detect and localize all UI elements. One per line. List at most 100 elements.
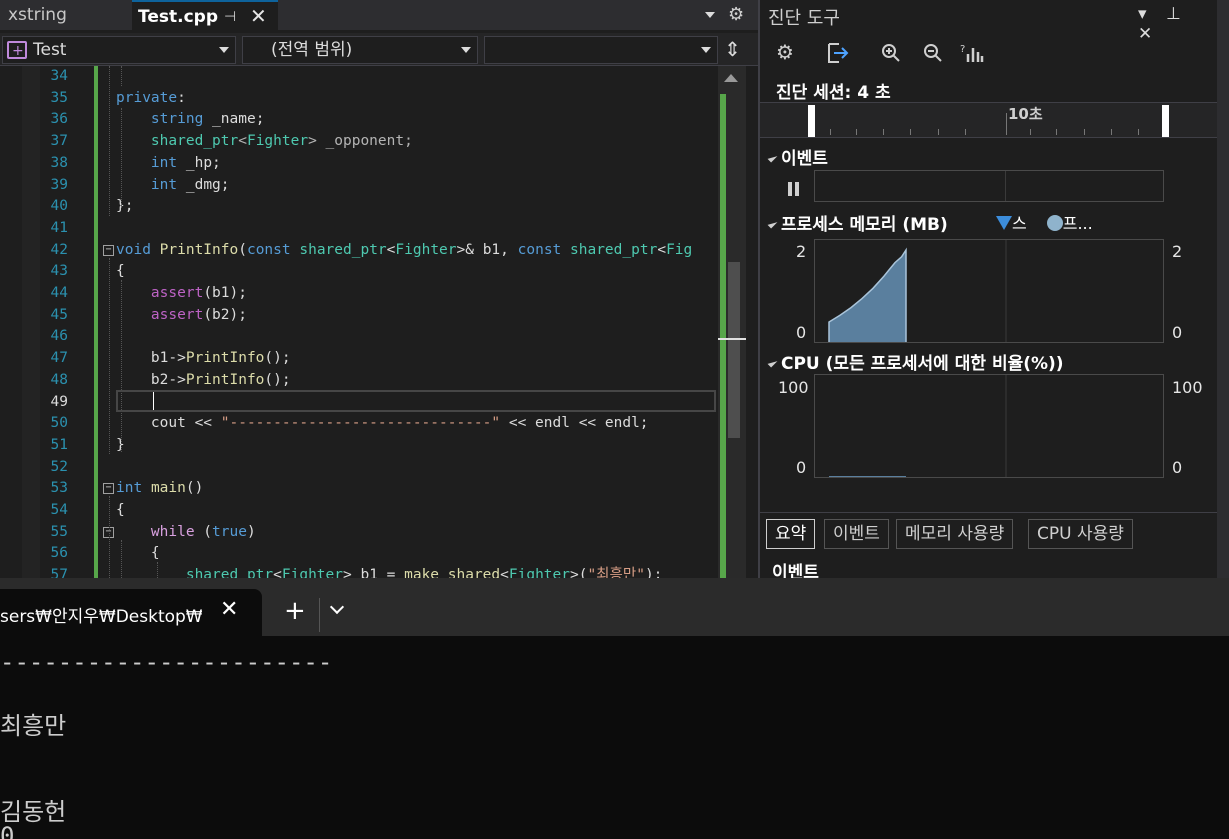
chevron-down-icon[interactable] (329, 599, 345, 615)
tab-test-cpp[interactable]: Test.cpp ⊣ ✕ (132, 0, 278, 30)
change-tracking-bar (94, 66, 98, 578)
navigation-bar: Test (전역 범위) ⇕ (0, 33, 758, 66)
code-line[interactable]: b1->PrintInfo(); (116, 348, 291, 370)
cpu-section-header[interactable]: CPU (모든 프로세서에 대한 비율(%)) (767, 349, 1064, 374)
new-tab-plus-icon[interactable]: + (284, 596, 306, 626)
code-line[interactable]: cout << "------------------------------"… (116, 413, 649, 435)
member-dropdown[interactable] (484, 36, 718, 64)
vertical-scrollbar[interactable] (718, 66, 746, 578)
line-number: 34 (50, 68, 68, 84)
events-track[interactable] (814, 170, 1164, 202)
tab-events[interactable]: 이벤트 (824, 519, 889, 549)
tick (1056, 129, 1057, 135)
timeline-ruler[interactable]: 10초 (760, 102, 1219, 138)
settings-gear-icon[interactable]: ⚙ (776, 40, 794, 64)
current-line-highlight (116, 390, 716, 412)
pause-icon[interactable] (788, 182, 800, 196)
cpu-y-max-right: 100 (1172, 378, 1203, 397)
diagnostic-tools-panel: 진단 도구 ▾ ⊥ ✕ ⚙ ? 진단 세션: 4 초 10초 이벤트 프로세스 … (758, 0, 1219, 583)
cpu-y-max-left: 100 (778, 378, 809, 397)
scrollbar-change-marker (720, 94, 726, 578)
code-line[interactable]: b2->PrintInfo(); (116, 370, 291, 392)
tick (938, 129, 939, 135)
line-number: 36 (50, 111, 68, 128)
code-line[interactable]: void PrintInfo(const shared_ptr<Fighter>… (116, 240, 692, 262)
line-number: 48 (50, 371, 68, 388)
tab-xstring[interactable]: xstring (0, 0, 130, 30)
split-window-icon[interactable]: ⇕ (724, 37, 741, 61)
timeline-end-handle[interactable] (1162, 105, 1169, 137)
panel-menu-icon[interactable]: ▾ (1138, 4, 1147, 24)
reset-view-icon[interactable]: ? (960, 42, 984, 64)
close-icon[interactable]: ✕ (250, 1, 267, 31)
cpu-chart[interactable] (814, 374, 1164, 478)
scope-dropdown[interactable]: (전역 범위) (242, 36, 478, 64)
memory-y-min-left: 0 (796, 323, 807, 342)
tab-summary[interactable]: 요약 (766, 519, 816, 549)
export-icon[interactable] (826, 42, 850, 64)
line-number: 45 (50, 306, 68, 323)
line-number: 37 (50, 133, 68, 150)
code-line[interactable]: { (116, 500, 125, 522)
section-title: 이벤트 (781, 149, 828, 169)
project-icon (7, 38, 27, 64)
zoom-out-icon[interactable] (922, 42, 944, 64)
code-line[interactable]: int _dmg; (116, 175, 230, 197)
timeline-start-handle[interactable] (808, 105, 815, 137)
gear-icon[interactable]: ⚙ (728, 4, 744, 25)
code-line[interactable]: int main() (116, 478, 203, 500)
line-number: 54 (50, 502, 68, 518)
tab-cpu-usage[interactable]: CPU 사용량 (1028, 519, 1133, 549)
code-editor: xstring Test.cpp ⊣ ✕ ⚙ Test (전역 범위) ⇕ 34… (0, 0, 758, 583)
terminal-line: ----------------------- (0, 648, 333, 676)
fold-toggle-icon[interactable]: − (103, 244, 114, 256)
memory-section-header[interactable]: 프로세스 메모리 (MB) (767, 210, 948, 235)
panel-title: 진단 도구 (768, 8, 840, 29)
zoom-in-icon[interactable] (880, 42, 902, 64)
code-line[interactable]: assert(b2); (116, 305, 247, 327)
memory-y-min-right: 0 (1172, 323, 1183, 342)
section-title: 프로세스 메모리 (MB) (781, 215, 948, 235)
legend-private-bytes: 프... (1062, 214, 1093, 233)
line-number: 53 (50, 480, 68, 497)
terminal-window: sers₩안지우₩Desktop₩S ✕ + -----------------… (0, 578, 1229, 839)
terminal-tab-title: sers₩안지우₩Desktop₩S (0, 607, 202, 627)
line-number: 52 (50, 458, 68, 475)
project-dropdown[interactable]: Test (2, 36, 236, 64)
code-line[interactable]: { (116, 543, 160, 565)
window-edge (1217, 0, 1229, 578)
section-title: CPU (모든 프로세서에 대한 비율(%)) (781, 354, 1064, 374)
code-line[interactable]: }; (116, 196, 133, 218)
line-number: 38 (50, 154, 68, 171)
svg-text:?: ? (960, 44, 965, 55)
memory-chart[interactable] (814, 239, 1164, 343)
code-line[interactable]: int _hp; (116, 153, 221, 175)
line-number: 40 (50, 198, 68, 215)
line-number: 47 (50, 350, 68, 367)
tick-major (1006, 113, 1007, 135)
close-icon[interactable]: ✕ (220, 597, 238, 622)
line-number: 42 (50, 241, 68, 258)
pin-icon[interactable]: ⊣ (224, 2, 236, 32)
collapse-triangle-icon (767, 218, 778, 229)
terminal-tab[interactable]: sers₩안지우₩Desktop₩S ✕ (0, 589, 262, 636)
pin-icon[interactable]: ⊥ (1166, 4, 1181, 24)
code-line[interactable]: shared_ptr<Fighter> _opponent; (116, 131, 413, 153)
tab-memory-usage[interactable]: 메모리 사용량 (896, 519, 1014, 549)
fold-toggle-icon[interactable]: − (103, 483, 114, 495)
line-number: 44 (50, 285, 68, 301)
chevron-down-icon (219, 47, 229, 53)
code-line[interactable]: assert(b1); (116, 283, 247, 305)
tab-label: Test.cpp (138, 7, 218, 27)
scrollbar-thumb[interactable] (728, 262, 740, 438)
separator (319, 598, 320, 632)
tab-list-dropdown-icon[interactable] (702, 8, 718, 22)
text-caret (153, 392, 154, 410)
code-line[interactable]: private: (116, 88, 186, 110)
collapse-triangle-icon (767, 152, 778, 163)
code-line[interactable]: string _name; (116, 109, 265, 131)
code-line[interactable]: while (true) (116, 522, 256, 544)
scroll-up-icon[interactable] (724, 74, 738, 82)
tick (1030, 129, 1031, 135)
events-section-header[interactable]: 이벤트 (767, 144, 828, 169)
